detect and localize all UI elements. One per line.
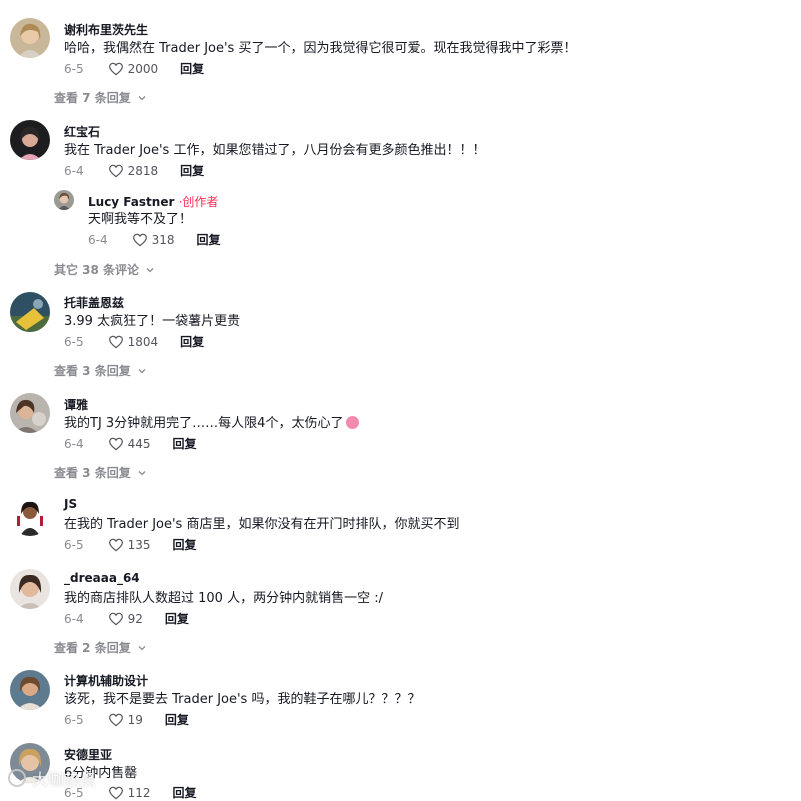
avatar[interactable]: [10, 743, 50, 783]
like-count: 112: [127, 785, 151, 800]
comment-text: 6分钟内售罄: [64, 766, 138, 781]
comment-username[interactable]: 安德里亚: [64, 746, 112, 763]
heart-icon: [108, 786, 123, 799]
comment-meta: 6-5 112 回复: [64, 784, 197, 801]
comment-date: 6-5: [64, 785, 84, 800]
comment-list: 谢利布里茨先生 哈哈，我偶然在 Trader Joe's 买了一个，因为我觉得它…: [0, 0, 801, 801]
like-button[interactable]: 112: [108, 785, 151, 801]
reply-button[interactable]: 回复: [173, 784, 197, 801]
comment-item: 安德里亚 6分钟内售罄 6-5 112 回复: [0, 0, 801, 801]
